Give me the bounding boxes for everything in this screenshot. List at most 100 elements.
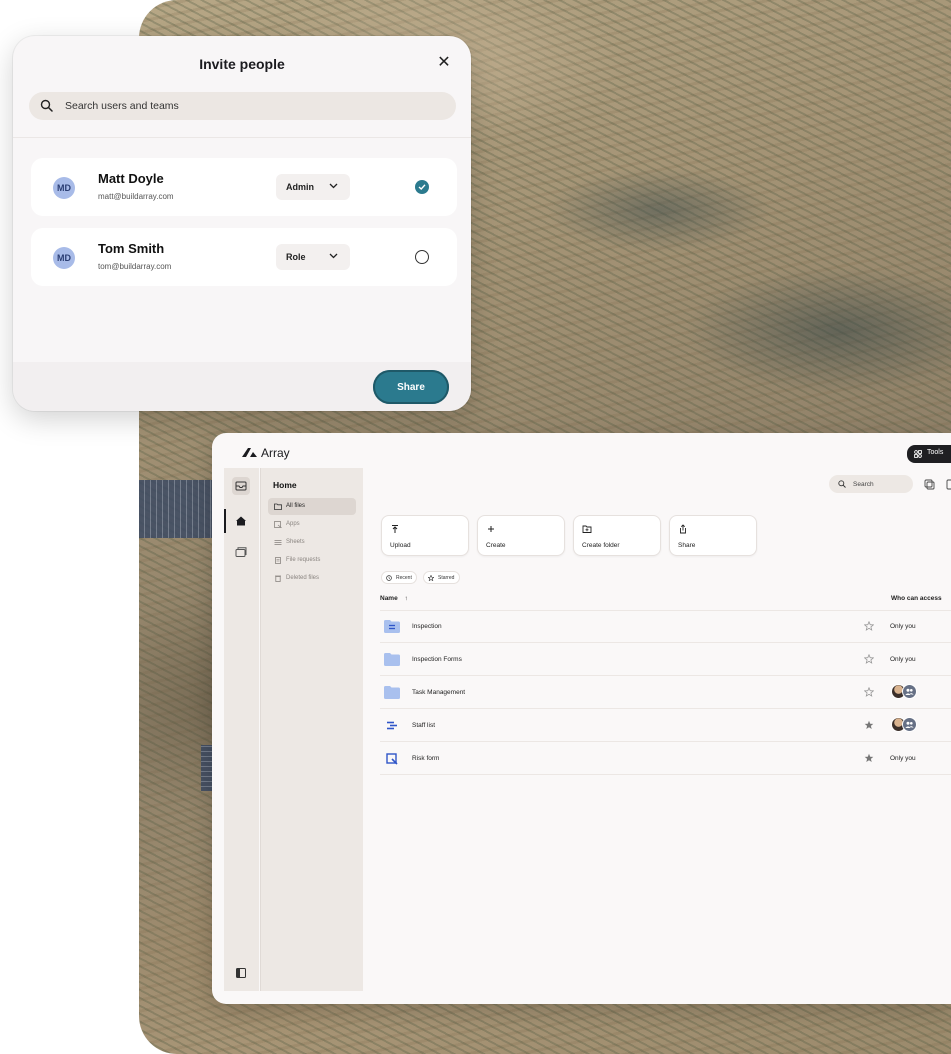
trash-icon	[275, 575, 281, 582]
access-text: Only you	[890, 755, 916, 762]
array-app-window: Array Tools Home All files Apps Sheets F…	[212, 433, 951, 1004]
role-dropdown[interactable]: Admin	[276, 174, 350, 200]
select-checkbox-unchecked[interactable]	[415, 250, 429, 264]
solar-panel-array	[139, 480, 215, 538]
table-row[interactable]: Inspection Forms Only you	[380, 643, 951, 676]
folder-plus-icon	[582, 525, 592, 533]
sidebar-item-all-files[interactable]: All files	[268, 498, 356, 515]
user-name: Matt Doyle	[98, 171, 164, 186]
sidebar-item-label: Apps	[286, 521, 300, 527]
clock-icon	[386, 575, 392, 581]
apps-icon	[274, 521, 282, 528]
file-name: Inspection	[412, 623, 442, 630]
main-search-input[interactable]	[853, 475, 909, 493]
role-label: Role	[286, 252, 306, 262]
star-outline-icon[interactable]	[864, 621, 874, 631]
star-outline-icon[interactable]	[864, 654, 874, 664]
shared-avatars[interactable]	[891, 684, 921, 700]
folder-open-icon	[274, 503, 282, 510]
table-row[interactable]: Inspection Only you	[380, 610, 951, 643]
invite-search-box[interactable]	[29, 92, 456, 120]
user-name: Tom Smith	[98, 241, 165, 256]
app-folder-icon	[384, 620, 400, 633]
share-button[interactable]: Share	[373, 370, 449, 404]
star-filled-icon[interactable]	[864, 753, 874, 763]
tools-button[interactable]: Tools	[907, 445, 951, 463]
search-users-input[interactable]	[65, 92, 445, 120]
folder-icon	[384, 686, 400, 699]
sidebar-toggle-icon	[236, 968, 246, 978]
shared-avatars[interactable]	[891, 717, 921, 733]
divider	[13, 137, 471, 138]
people-icon	[905, 688, 914, 695]
search-icon	[838, 480, 846, 488]
share-action[interactable]: Share	[669, 515, 757, 556]
rail-collapse-button[interactable]	[232, 964, 250, 982]
star-outline-icon[interactable]	[864, 687, 874, 697]
array-logo-icon	[242, 448, 257, 457]
filter-starred[interactable]: Starred	[423, 571, 460, 584]
sheets-icon	[274, 540, 282, 545]
sidebar-item-label: Deleted files	[286, 575, 320, 581]
column-header-name[interactable]: Name ↑	[380, 595, 408, 602]
sidebar-item-deleted-files[interactable]: Deleted files	[268, 570, 356, 587]
inbox-icon	[235, 481, 247, 491]
file-name: Staff list	[412, 722, 436, 729]
star-filled-icon[interactable]	[864, 720, 874, 730]
create-action[interactable]: Create	[477, 515, 565, 556]
create-folder-action[interactable]: Create folder	[573, 515, 661, 556]
table-row[interactable]: Risk form Only you	[380, 742, 951, 775]
brand-name: Array	[261, 446, 290, 460]
avatar: MD	[53, 177, 75, 199]
people-icon	[905, 721, 914, 728]
role-label: Admin	[286, 182, 314, 192]
user-row[interactable]: MD Tom Smith tom@buildarray.com Role	[31, 228, 457, 286]
tools-label: Tools	[927, 449, 944, 456]
sidebar-item-file-requests[interactable]: File requests	[268, 552, 356, 569]
action-label: Upload	[390, 542, 411, 549]
user-email: matt@buildarray.com	[98, 192, 174, 201]
upload-action[interactable]: Upload	[381, 515, 469, 556]
invite-people-dialog: Invite people ✕ MD Matt Doyle matt@build…	[13, 36, 471, 411]
team-avatar	[902, 684, 917, 699]
dialog-title: Invite people	[199, 56, 285, 72]
sidebar-item-sheets[interactable]: Sheets	[268, 534, 356, 551]
chevron-down-icon	[329, 183, 338, 189]
icon-rail	[224, 468, 259, 991]
sidebar-title: Home	[273, 480, 297, 490]
copy-icon[interactable]	[924, 479, 935, 490]
file-name: Risk form	[412, 755, 440, 762]
sidebar-item-label: All files	[286, 503, 306, 509]
filter-recent[interactable]: Recent	[381, 571, 417, 584]
action-label: Create	[486, 542, 506, 549]
sidebar: Home All files Apps Sheets File requests…	[260, 468, 363, 991]
access-text: Only you	[890, 623, 916, 630]
sort-arrow-icon: ↑	[404, 595, 408, 602]
sidebar-item-label: File requests	[286, 557, 321, 563]
close-icon[interactable]: ✕	[435, 54, 453, 72]
file-name: Task Management	[412, 689, 466, 696]
sidebar-item-apps[interactable]: Apps	[268, 516, 356, 533]
role-dropdown[interactable]: Role	[276, 244, 350, 270]
main-search-box[interactable]	[829, 475, 913, 493]
rail-inbox-button[interactable]	[232, 477, 250, 495]
folders-icon	[235, 547, 247, 557]
rail-files-button[interactable]	[232, 543, 250, 561]
column-header-access: Who can access	[891, 595, 942, 602]
panel-icon[interactable]	[946, 479, 951, 490]
select-checkbox-checked[interactable]	[415, 180, 429, 194]
sheet-icon	[387, 721, 397, 730]
rail-home-button[interactable]	[232, 512, 250, 530]
column-label: Name	[380, 595, 398, 602]
folder-icon	[384, 653, 400, 666]
home-icon	[236, 516, 246, 526]
user-row[interactable]: MD Matt Doyle matt@buildarray.com Admin	[31, 158, 457, 216]
share-icon	[680, 524, 686, 534]
search-icon	[40, 99, 53, 112]
table-row[interactable]: Staff list	[380, 709, 951, 742]
team-avatar	[902, 717, 917, 732]
tools-icon	[914, 450, 922, 458]
action-label: Share	[678, 542, 696, 549]
file-name: Inspection Forms	[412, 656, 462, 663]
table-row[interactable]: Task Management	[380, 676, 951, 709]
